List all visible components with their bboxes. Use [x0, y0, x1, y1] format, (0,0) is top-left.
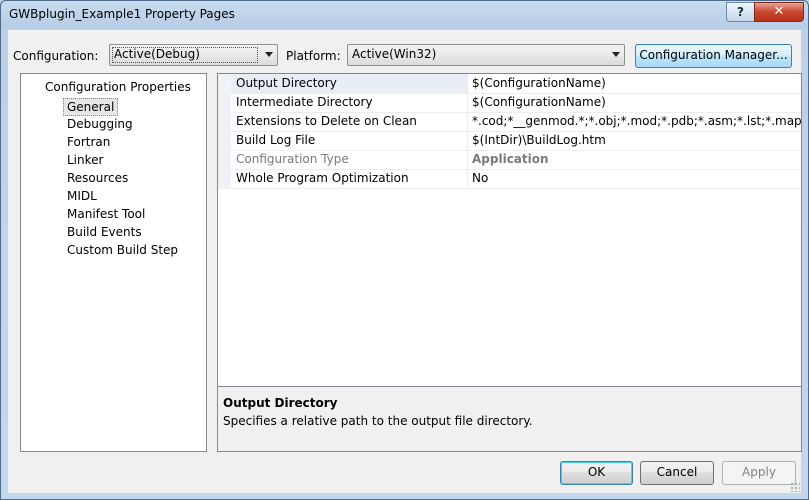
tree-item-resources[interactable]: Resources [65, 170, 130, 186]
resize-grip-icon[interactable] [790, 482, 800, 492]
tree-item-build-events[interactable]: Build Events [65, 224, 144, 240]
tree-item-fortran[interactable]: Fortran [65, 134, 112, 150]
apply-button[interactable]: Apply [722, 461, 796, 485]
help-icon: ? [737, 5, 744, 19]
column-divider [467, 112, 468, 131]
property-value[interactable]: No [472, 171, 801, 185]
grid-gutter [218, 74, 231, 189]
property-name: Configuration Type [236, 152, 349, 166]
tree-item-general[interactable]: General [63, 98, 119, 116]
property-value[interactable]: $(IntDir)\BuildLog.htm [472, 133, 801, 147]
tree-item-midl[interactable]: MIDL [65, 188, 99, 204]
property-name: Whole Program Optimization [236, 171, 409, 185]
property-name: Output Directory [231, 74, 467, 93]
property-value[interactable]: $(ConfigurationName) [472, 95, 801, 109]
cancel-button[interactable]: Cancel [640, 461, 714, 485]
property-row: Configuration Type Application [231, 150, 801, 170]
property-row[interactable]: Extensions to Delete on Clean *.cod;*__g… [231, 112, 801, 132]
close-icon: ✕ [773, 4, 785, 19]
column-divider [467, 93, 468, 112]
chevron-down-icon [265, 52, 273, 57]
platform-dropdown[interactable]: Active(Win32) [347, 44, 625, 66]
configuration-value: Active(Debug) [114, 47, 200, 61]
help-button[interactable]: ? [726, 2, 755, 22]
property-value: Application [472, 152, 549, 166]
property-row[interactable]: Intermediate Directory $(ConfigurationNa… [231, 93, 801, 113]
configuration-dropdown[interactable]: Active(Debug) [109, 44, 278, 66]
configuration-label: Configuration: [13, 49, 99, 63]
dialog-client-area: Configuration: Active(Debug) Platform: A… [8, 30, 802, 493]
tree-item-linker[interactable]: Linker [65, 152, 105, 168]
column-divider [467, 150, 468, 169]
property-value[interactable]: $(ConfigurationName) [472, 76, 801, 90]
column-divider [467, 169, 468, 188]
title-bar[interactable]: GWBplugin_Example1 Property Pages ? ✕ [1, 1, 808, 29]
description-panel: Output Directory Specifies a relative pa… [217, 386, 802, 452]
property-grid[interactable]: Output Directory $(ConfigurationName) In… [217, 73, 802, 387]
tree-root-configuration-properties[interactable]: Configuration Properties [45, 80, 191, 94]
close-button[interactable]: ✕ [754, 2, 804, 22]
property-row[interactable]: Output Directory $(ConfigurationName) [231, 74, 801, 94]
column-divider [467, 131, 468, 150]
description-text: Specifies a relative path to the output … [223, 414, 533, 428]
tree-item-custom-build-step[interactable]: Custom Build Step [65, 242, 180, 258]
column-divider [467, 74, 468, 93]
property-value[interactable]: *.cod;*__genmod.*;*.obj;*.mod;*.pdb;*.as… [472, 114, 801, 128]
property-name: Build Log File [236, 133, 316, 147]
platform-value: Active(Win32) [352, 47, 437, 61]
property-name: Intermediate Directory [236, 95, 373, 109]
ok-button[interactable]: OK [560, 461, 633, 485]
tree-item-debugging[interactable]: Debugging [65, 116, 135, 132]
property-tree[interactable]: Configuration Properties General Debuggi… [20, 73, 207, 452]
chevron-down-icon [612, 52, 620, 57]
property-row[interactable]: Whole Program Optimization No [231, 169, 801, 189]
window-title: GWBplugin_Example1 Property Pages [9, 7, 235, 21]
platform-label: Platform: [286, 49, 341, 63]
tree-item-manifest-tool[interactable]: Manifest Tool [65, 206, 147, 222]
configuration-manager-button[interactable]: Configuration Manager... [635, 44, 792, 68]
property-row[interactable]: Build Log File $(IntDir)\BuildLog.htm [231, 131, 801, 151]
property-name: Extensions to Delete on Clean [236, 114, 417, 128]
description-title: Output Directory [223, 396, 338, 410]
property-pages-window: GWBplugin_Example1 Property Pages ? ✕ Co… [0, 0, 809, 500]
